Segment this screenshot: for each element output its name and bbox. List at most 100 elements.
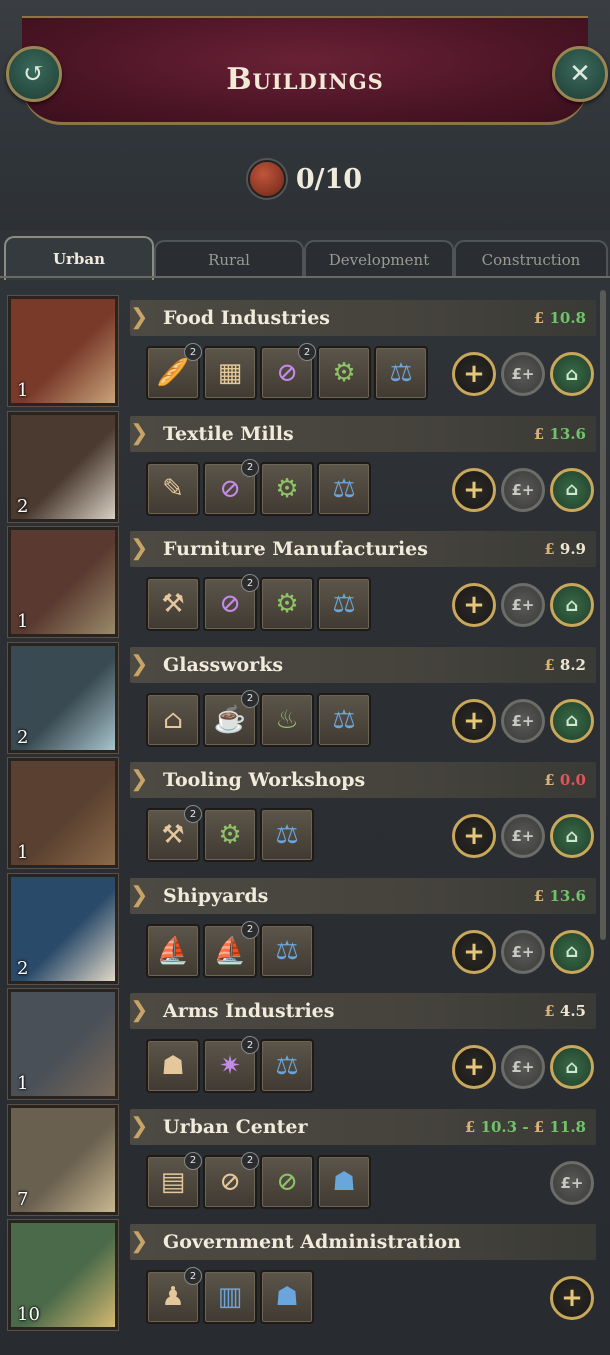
- cannons-icon[interactable]: ✷ 2: [203, 1036, 259, 1093]
- street-lighting-icon[interactable]: ⊘ 2: [203, 1151, 259, 1209]
- building-thumbnail[interactable]: 10: [8, 1220, 118, 1330]
- building-thumbnail[interactable]: 7: [8, 1104, 118, 1215]
- building-thumbnail[interactable]: 1: [8, 527, 118, 637]
- economy-button[interactable]: £+: [550, 1160, 594, 1205]
- tab-construction[interactable]: Construction: [454, 240, 608, 278]
- chevron-right-icon[interactable]: ❯: [130, 1228, 148, 1256]
- ownership-scales-icon[interactable]: ⚖: [260, 808, 314, 862]
- chevron-right-icon[interactable]: ❯: [130, 766, 148, 794]
- economy-button[interactable]: £+: [501, 814, 545, 858]
- tab-urban[interactable]: Urban: [4, 236, 154, 280]
- ownership-scales-icon[interactable]: ⚖: [317, 461, 371, 516]
- market-stalls-icon[interactable]: ▤ 2: [146, 1151, 202, 1209]
- handsewn-clothes-icon[interactable]: ✎: [146, 461, 200, 516]
- ceramics-teapot-icon[interactable]: ☕ 2: [203, 689, 259, 747]
- building-thumbnail[interactable]: 2: [8, 642, 118, 753]
- building-thumbnail[interactable]: 1: [8, 989, 118, 1099]
- no-luxury-furniture-icon[interactable]: ⊘ 2: [203, 574, 259, 631]
- chevron-right-icon[interactable]: ❯: [130, 420, 148, 448]
- option-count-badge: 2: [241, 458, 259, 477]
- ownership-scales-icon[interactable]: ⚖: [317, 692, 371, 747]
- build-housing-button[interactable]: ⌂: [550, 698, 594, 743]
- add-building-button[interactable]: +: [452, 814, 496, 858]
- manual-glassblowing-icon[interactable]: ♨: [260, 692, 314, 747]
- crude-tools-icon[interactable]: ⚒ 2: [146, 805, 202, 862]
- ownership-scales-icon[interactable]: ⚖: [317, 577, 371, 631]
- building-row[interactable]: 10 ❯ Government Administration ♟ 2 ▥ ☗ +: [6, 1216, 598, 1330]
- bread-icon[interactable]: 🥖 2: [146, 343, 202, 400]
- building-row[interactable]: 7 ❯ Urban Center £ 10.3 - £ 11.8 ▤ 2 ⊘ 2 ⊘ ☗ £+: [6, 1101, 598, 1215]
- ownership-hands-icon[interactable]: ☗: [260, 1270, 314, 1324]
- building-thumbnail[interactable]: 2: [8, 411, 118, 522]
- economy-button[interactable]: £+: [501, 352, 545, 396]
- add-building-button[interactable]: +: [452, 583, 496, 627]
- no-public-transport-icon[interactable]: ⊘: [260, 1154, 314, 1209]
- option-count-badge: 2: [241, 920, 259, 939]
- ownership-scales-icon[interactable]: ⚖: [374, 346, 428, 400]
- back-button[interactable]: ↺: [6, 46, 62, 102]
- title-banner: Buildings: [22, 16, 588, 125]
- building-balance: £ 10.3 - £ 11.8: [464, 1117, 586, 1136]
- scrollbar[interactable]: [600, 290, 606, 940]
- tab-development[interactable]: Development: [304, 240, 454, 278]
- canning-icon[interactable]: ▦: [203, 346, 257, 400]
- option-count-badge: 2: [241, 1151, 259, 1170]
- economy-button[interactable]: £+: [501, 929, 545, 974]
- administrators-icon[interactable]: ♟ 2: [146, 1267, 202, 1324]
- building-row[interactable]: 2 ❯ Shipyards £ 13.6 ⛵ ⛵ 2 ⚖ + £+ ⌂: [6, 870, 598, 984]
- building-row[interactable]: 1 ❯ Tooling Workshops £ 0.0 ⚒ 2 ⚙ ⚖ + £+ ⌂: [6, 754, 598, 868]
- building-thumbnail[interactable]: 1: [8, 296, 118, 406]
- build-housing-button[interactable]: ⌂: [550, 814, 594, 858]
- chevron-right-icon[interactable]: ❯: [130, 882, 148, 910]
- forest-glass-icon[interactable]: ⌂: [146, 692, 200, 747]
- add-building-button[interactable]: +: [452, 1045, 496, 1089]
- no-luxury-clothes-icon[interactable]: ⊘ 2: [203, 458, 259, 516]
- economy-button[interactable]: £+: [501, 467, 545, 512]
- tab-rural[interactable]: Rural: [154, 240, 304, 278]
- no-automation-icon[interactable]: ⚙: [317, 346, 371, 400]
- muskets-icon[interactable]: ☗: [146, 1039, 200, 1093]
- add-building-button[interactable]: +: [452, 698, 496, 743]
- bureaucrats-icon[interactable]: ▥: [203, 1270, 257, 1324]
- economy-button[interactable]: £+: [501, 1045, 545, 1089]
- no-automation-icon[interactable]: ⚙: [260, 461, 314, 516]
- building-row[interactable]: 2 ❯ Textile Mills £ 13.6 ✎ ⊘ 2 ⚙ ⚖ + £+ ⌂: [6, 408, 598, 522]
- chevron-right-icon[interactable]: ❯: [130, 651, 148, 679]
- economy-button[interactable]: £+: [501, 698, 545, 743]
- build-housing-button[interactable]: ⌂: [550, 1045, 594, 1089]
- chevron-right-icon[interactable]: ❯: [130, 304, 148, 332]
- economy-button[interactable]: £+: [501, 583, 545, 627]
- building-balance: £ 9.9: [544, 540, 586, 558]
- ownership-scales-icon[interactable]: ⚖: [260, 923, 314, 978]
- no-distillery-icon[interactable]: ⊘ 2: [260, 343, 316, 400]
- panel-header: Buildings ↺ ✕ 0/10: [0, 0, 610, 230]
- building-row[interactable]: 1 ❯ Furniture Manufacturies £ 9.9 ⚒ ⊘ 2 ⚙ ⚖ + £+ ⌂: [6, 523, 598, 637]
- ownership-hands-icon[interactable]: ☗: [317, 1154, 371, 1209]
- building-thumbnail[interactable]: 2: [8, 873, 118, 984]
- building-level: 10: [17, 1304, 40, 1325]
- handcrafted-furniture-icon[interactable]: ⚒: [146, 577, 200, 631]
- chevron-right-icon[interactable]: ❯: [130, 1113, 148, 1141]
- chevron-right-icon[interactable]: ❯: [130, 997, 148, 1025]
- build-housing-button[interactable]: ⌂: [550, 352, 594, 396]
- building-row[interactable]: 2 ❯ Glassworks £ 8.2 ⌂ ☕ 2 ♨ ⚖ + £+ ⌂: [6, 639, 598, 753]
- build-housing-button[interactable]: ⌂: [550, 467, 594, 512]
- close-button[interactable]: ✕: [552, 46, 608, 102]
- ownership-scales-icon[interactable]: ⚖: [260, 1039, 314, 1093]
- building-row[interactable]: 1 ❯ Arms Industries £ 4.5 ☗ ✷ 2 ⚖ + £+ ⌂: [6, 985, 598, 1099]
- building-thumbnail[interactable]: 1: [8, 758, 118, 868]
- add-building-button[interactable]: +: [452, 352, 496, 396]
- no-automation-icon[interactable]: ⚙: [260, 577, 314, 631]
- build-housing-button[interactable]: ⌂: [550, 583, 594, 627]
- building-row[interactable]: 1 ❯ Food Industries £ 10.8 🥖 2 ▦ ⊘ 2 ⚙ ⚖ + £+ ⌂: [6, 292, 598, 406]
- chevron-right-icon[interactable]: ❯: [130, 535, 148, 563]
- wooden-ships-icon[interactable]: ⛵: [146, 923, 200, 978]
- building-balance: £ 8.2: [544, 655, 586, 674]
- add-building-button[interactable]: +: [452, 929, 496, 974]
- build-housing-button[interactable]: ⌂: [550, 929, 594, 974]
- add-building-button[interactable]: +: [452, 467, 496, 512]
- military-ships-icon[interactable]: ⛵ 2: [203, 920, 259, 978]
- add-building-button[interactable]: +: [550, 1276, 594, 1320]
- building-name: Government Administration: [163, 1231, 461, 1253]
- no-automation-icon[interactable]: ⚙: [203, 808, 257, 862]
